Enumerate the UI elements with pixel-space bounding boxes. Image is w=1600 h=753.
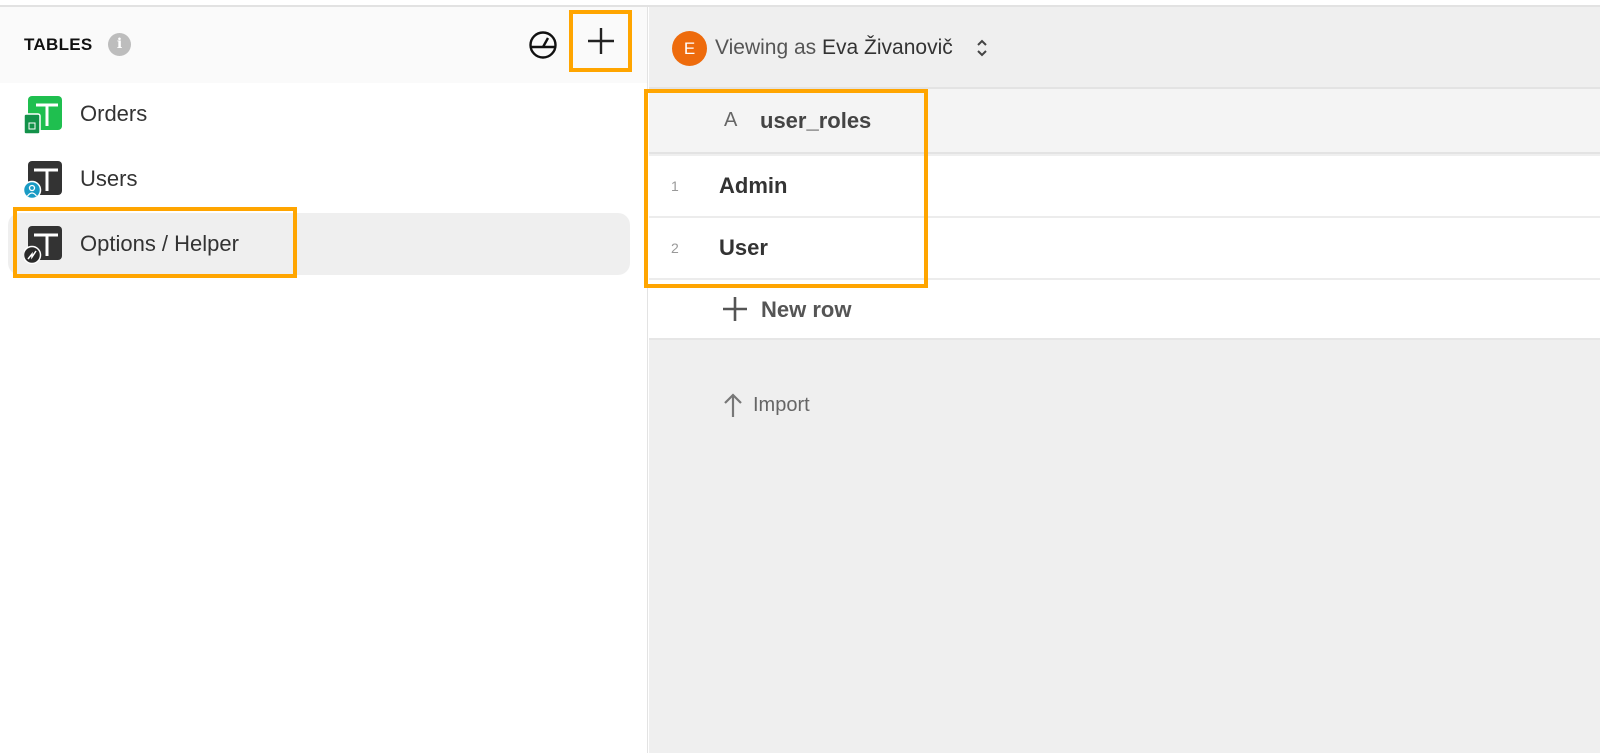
import-label: Import — [753, 393, 810, 416]
users-table-icon — [24, 161, 62, 199]
chevron-updown-icon[interactable] — [975, 37, 989, 59]
cell-value[interactable]: Admin — [719, 173, 787, 199]
plus-icon — [587, 28, 614, 54]
cell-value[interactable]: User — [719, 235, 768, 261]
avatar: E — [672, 31, 707, 66]
add-table-button[interactable] — [569, 10, 632, 72]
sidebar-item-label: Options / Helper — [80, 231, 239, 256]
sidebar-item-orders[interactable]: Orders — [8, 83, 630, 145]
plus-icon — [723, 297, 747, 321]
new-row-button[interactable]: New row — [649, 280, 1600, 340]
main-panel: E Viewing as Eva Živanovič A user_roles … — [649, 7, 1600, 753]
viewing-prefix: Viewing as — [715, 36, 823, 59]
column-header-user-roles[interactable]: user_roles — [760, 108, 871, 134]
row-number: 1 — [671, 178, 679, 194]
viewing-as-selector[interactable]: Viewing as Eva Živanovič — [715, 36, 953, 60]
sidebar-item-options-helper[interactable]: Options / Helper — [8, 213, 630, 275]
table-row[interactable]: 2 User — [649, 218, 1600, 280]
row-number: 2 — [671, 240, 679, 256]
viewing-user: Eva Živanovič — [822, 36, 953, 59]
text-type-icon: A — [724, 109, 738, 131]
info-icon[interactable]: i — [108, 33, 131, 56]
new-row-label: New row — [761, 297, 852, 322]
tables-heading: TABLES — [24, 35, 93, 54]
sidebar-item-label: Users — [80, 166, 138, 191]
sidebar-header: TABLES i — [0, 7, 647, 83]
sidebar-item-users[interactable]: Users — [8, 148, 630, 210]
arrow-up-icon — [724, 393, 742, 417]
table-row[interactable]: 1 Admin — [649, 156, 1600, 218]
import-button[interactable]: Import — [723, 392, 810, 418]
main-header: E Viewing as Eva Živanovič — [649, 7, 1600, 89]
top-border — [0, 0, 1600, 7]
sidebar: TABLES i Orders Users Options / Helper — [0, 7, 648, 753]
sheet-table-icon — [24, 96, 62, 134]
helper-table-icon — [24, 226, 62, 264]
gauge-icon[interactable] — [528, 30, 558, 60]
column-header-row: A user_roles — [649, 89, 1600, 154]
sidebar-item-label: Orders — [80, 101, 148, 126]
